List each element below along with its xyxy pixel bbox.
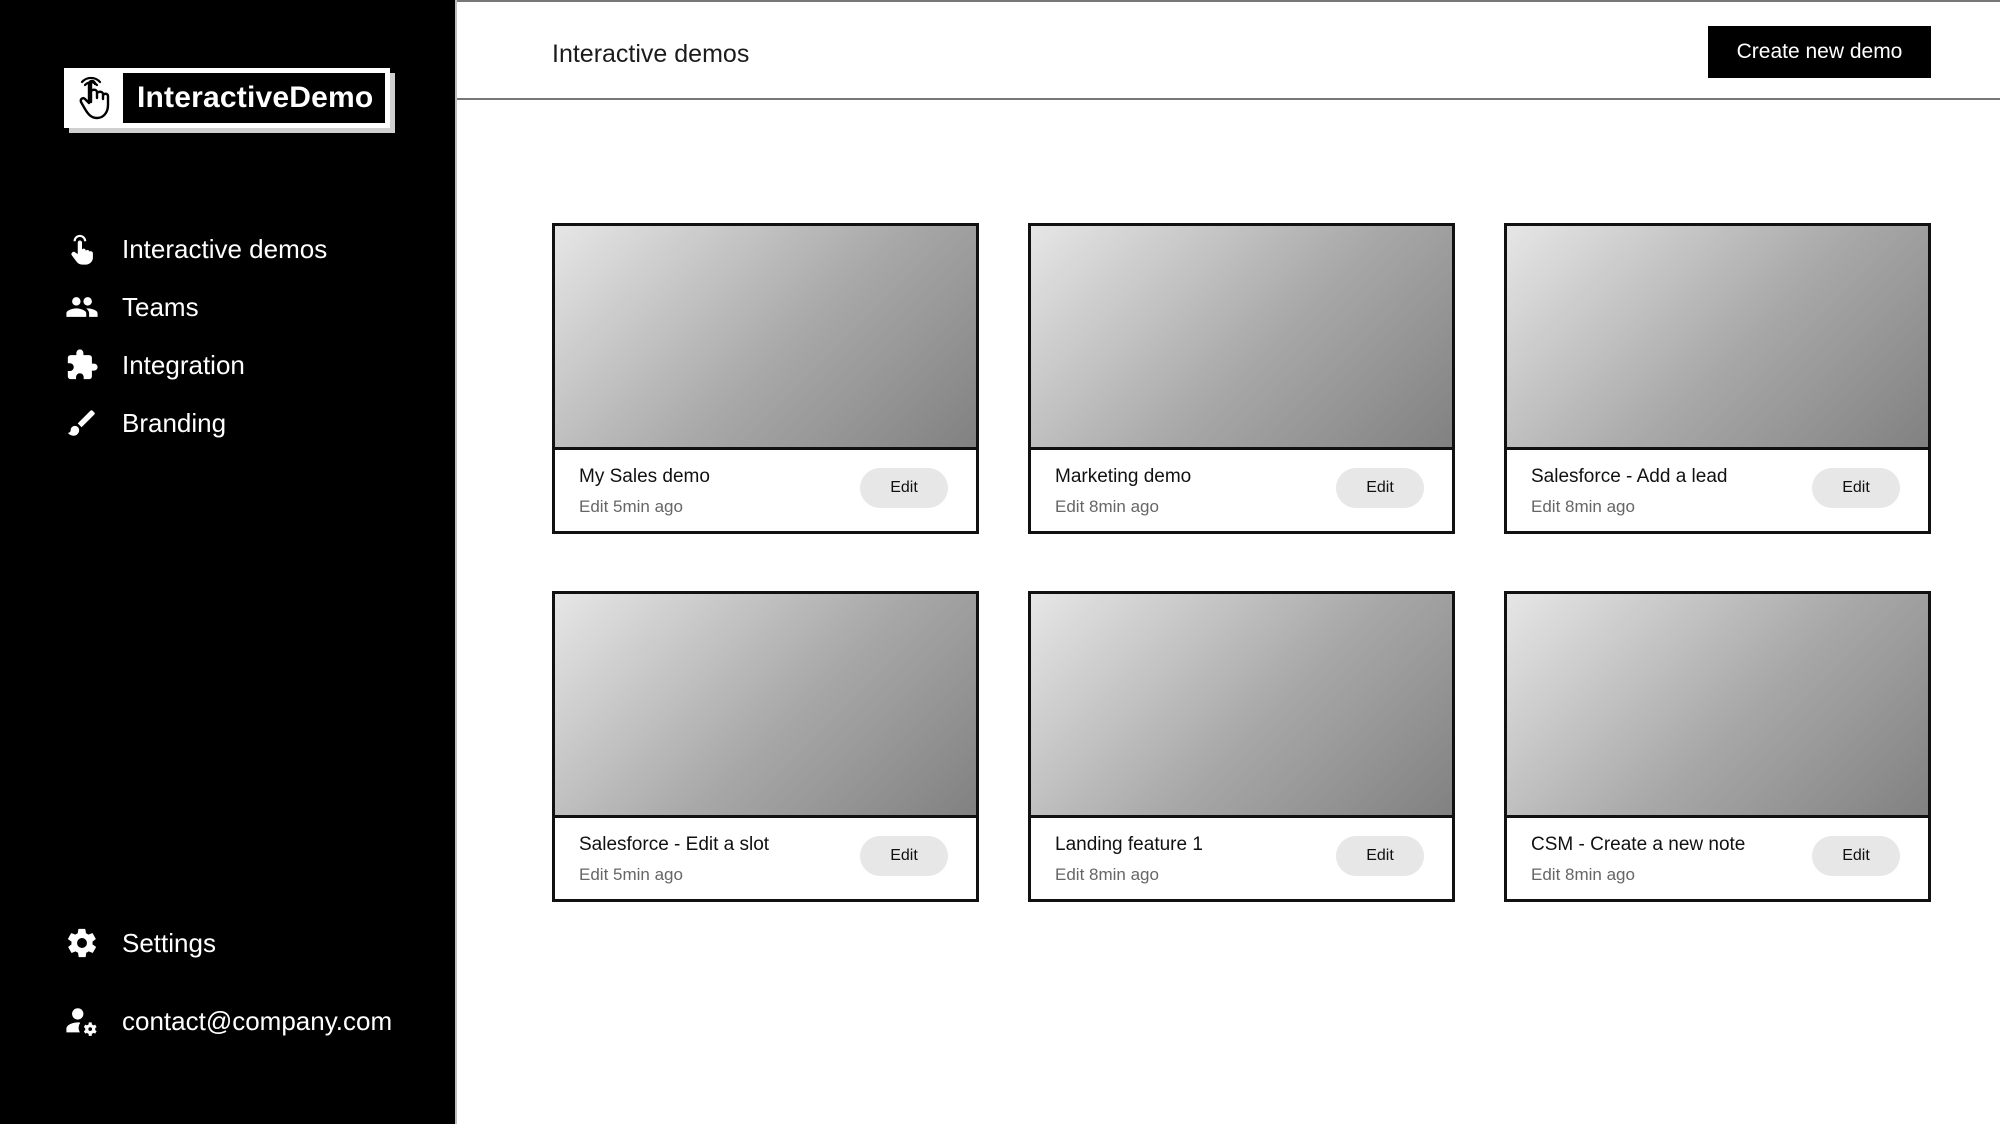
edit-button[interactable]: Edit — [860, 836, 948, 876]
demo-thumbnail[interactable] — [1031, 594, 1452, 818]
edit-button[interactable]: Edit — [1812, 468, 1900, 508]
sidebar-item-settings[interactable]: Settings — [64, 914, 392, 972]
sidebar-item-label: Teams — [122, 291, 199, 322]
demo-thumbnail[interactable] — [1507, 594, 1928, 818]
sidebar: InteractiveDemo Interactive demos Teams … — [0, 0, 457, 1124]
sidebar-item-label: Interactive demos — [122, 233, 328, 264]
settings-label: Settings — [122, 927, 216, 958]
sidebar-item-integration[interactable]: Integration — [64, 336, 327, 394]
edit-button[interactable]: Edit — [1336, 836, 1424, 876]
user-settings-icon — [64, 1003, 100, 1039]
demo-card[interactable]: Landing feature 1 Edit 8min ago Edit — [1028, 591, 1455, 902]
sidebar-item-teams[interactable]: Teams — [64, 278, 327, 336]
topbar: Interactive demos Create new demo — [457, 0, 2000, 100]
sidebar-item-label: Integration — [122, 349, 245, 380]
demo-card[interactable]: Salesforce - Edit a slot Edit 5min ago E… — [552, 591, 979, 902]
sidebar-nav: Interactive demos Teams Integration Bran… — [64, 220, 327, 452]
pointer-hand-icon — [67, 71, 123, 125]
demo-thumbnail[interactable] — [1507, 226, 1928, 450]
app: InteractiveDemo Interactive demos Teams … — [0, 0, 2000, 1124]
sidebar-item-branding[interactable]: Branding — [64, 394, 327, 452]
puzzle-icon — [64, 347, 100, 383]
demo-meta: CSM - Create a new note Edit 8min ago Ed… — [1507, 818, 1928, 899]
gear-icon — [64, 925, 100, 961]
demo-meta: Marketing demo Edit 8min ago Edit — [1031, 450, 1452, 531]
sidebar-bottom: Settings contact@company.com — [64, 914, 392, 1050]
brush-icon — [64, 405, 100, 441]
sidebar-item-label: Branding — [122, 407, 227, 438]
demo-thumbnail[interactable] — [555, 226, 976, 450]
demo-meta: Salesforce - Add a lead Edit 8min ago Ed… — [1507, 450, 1928, 531]
create-new-demo-button[interactable]: Create new demo — [1708, 26, 1931, 78]
page-title: Interactive demos — [552, 40, 750, 68]
sidebar-item-interactive-demos[interactable]: Interactive demos — [64, 220, 327, 278]
demo-meta: My Sales demo Edit 5min ago Edit — [555, 450, 976, 531]
edit-button[interactable]: Edit — [1336, 468, 1424, 508]
demo-card[interactable]: My Sales demo Edit 5min ago Edit — [552, 223, 979, 534]
demo-card[interactable]: Marketing demo Edit 8min ago Edit — [1028, 223, 1455, 534]
account-item[interactable]: contact@company.com — [64, 992, 392, 1050]
logo[interactable]: InteractiveDemo — [64, 68, 390, 128]
demo-card[interactable]: CSM - Create a new note Edit 8min ago Ed… — [1504, 591, 1931, 902]
people-icon — [64, 289, 100, 325]
demo-grid: My Sales demo Edit 5min ago Edit Marketi… — [552, 223, 1931, 902]
logo-text: InteractiveDemo — [123, 73, 385, 123]
pointer-hand-icon — [64, 231, 100, 267]
demo-thumbnail[interactable] — [555, 594, 976, 818]
account-email: contact@company.com — [122, 1005, 393, 1036]
edit-button[interactable]: Edit — [1812, 836, 1900, 876]
demo-thumbnail[interactable] — [1031, 226, 1452, 450]
demo-meta: Landing feature 1 Edit 8min ago Edit — [1031, 818, 1452, 899]
edit-button[interactable]: Edit — [860, 468, 948, 508]
demo-card[interactable]: Salesforce - Add a lead Edit 8min ago Ed… — [1504, 223, 1931, 534]
demo-meta: Salesforce - Edit a slot Edit 5min ago E… — [555, 818, 976, 899]
